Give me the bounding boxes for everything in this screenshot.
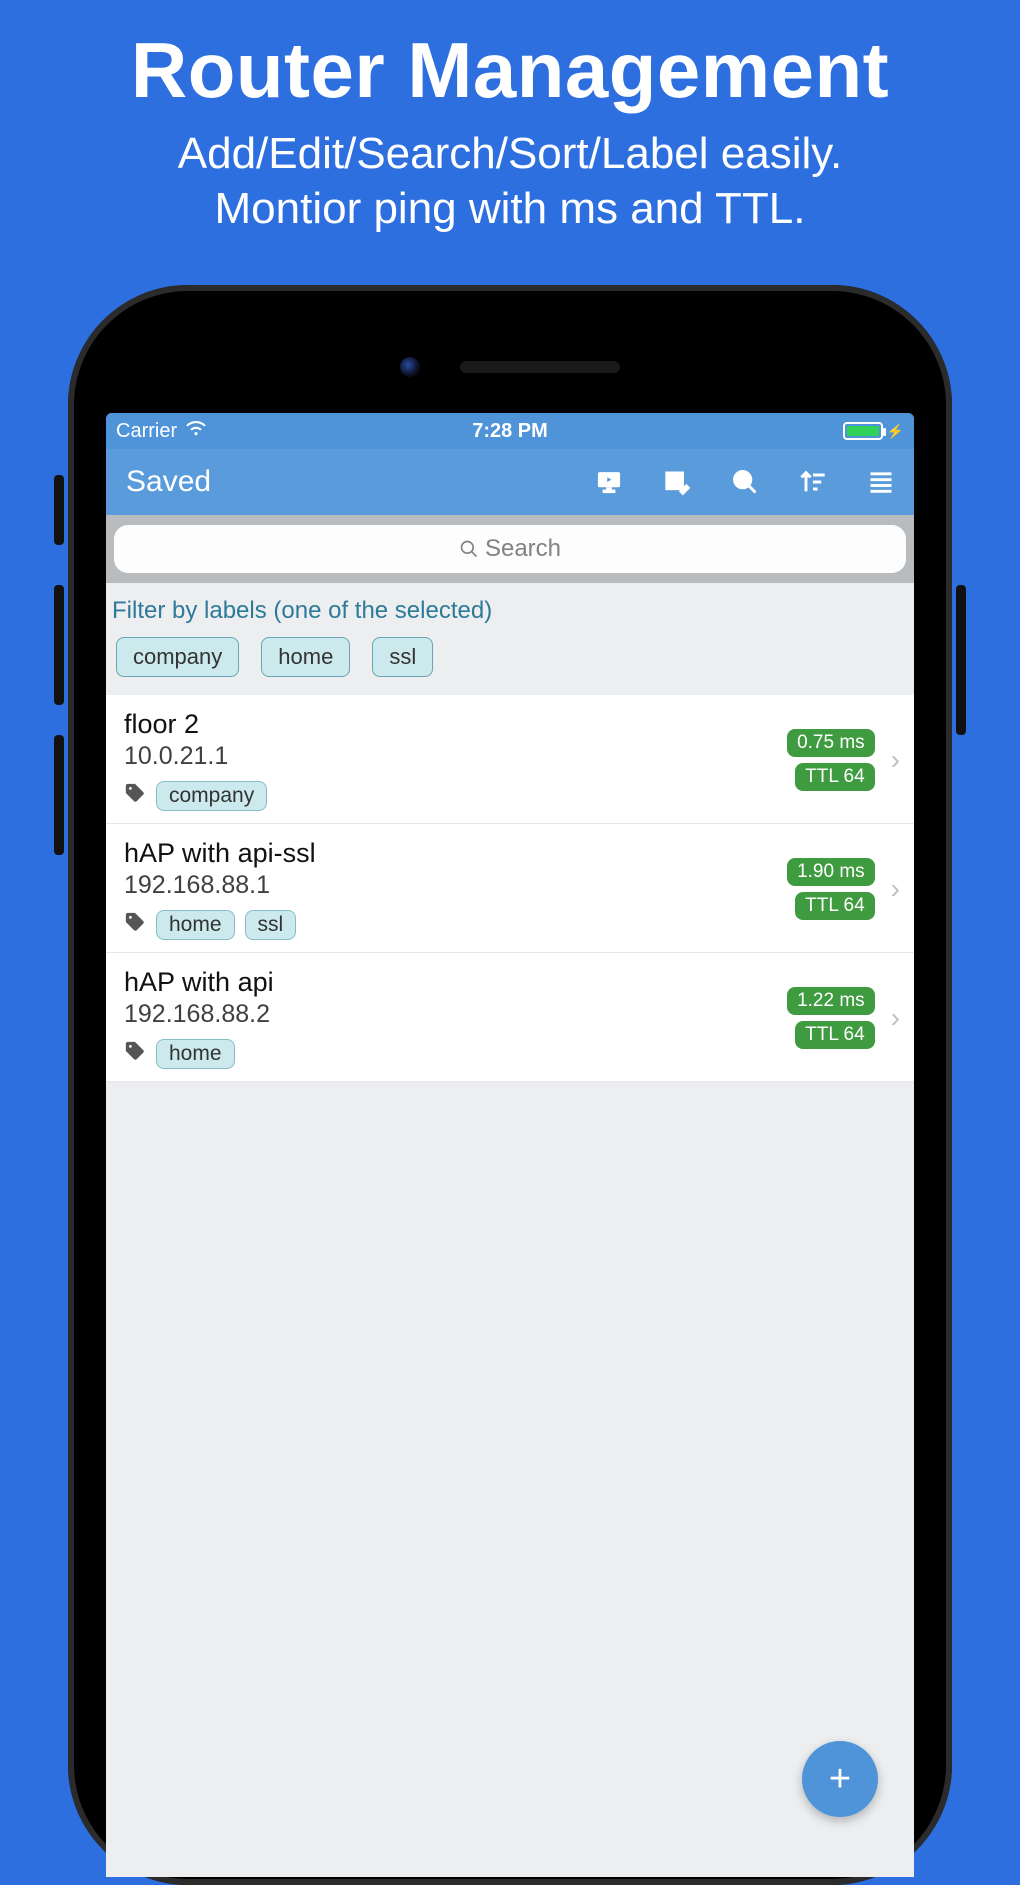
wifi-icon	[185, 417, 207, 445]
speaker-icon	[460, 361, 620, 373]
carrier-label: Carrier	[116, 420, 177, 443]
router-name: floor 2	[124, 709, 777, 740]
ttl-badge: TTL 64	[795, 763, 875, 791]
phone-frame: Carrier 7:28 PM ⚡ Saved	[68, 285, 952, 1885]
tag-icon	[124, 782, 146, 811]
chevron-right-icon: ›	[885, 1002, 900, 1034]
clock-label: 7:28 PM	[379, 420, 642, 443]
search-placeholder: Search	[485, 535, 561, 563]
menu-icon[interactable]	[866, 467, 896, 497]
tag-icon	[124, 1040, 146, 1069]
router-tag: home	[156, 910, 235, 940]
chevron-right-icon: ›	[885, 873, 900, 905]
promo-title: Router Management	[0, 0, 1020, 116]
ping-badge: 1.22 ms	[787, 987, 875, 1015]
search-icon[interactable]	[730, 467, 760, 497]
router-name: hAP with api-ssl	[124, 838, 777, 869]
tag-icon	[124, 911, 146, 940]
router-ip: 192.168.88.1	[124, 871, 777, 900]
router-tag: home	[156, 1039, 235, 1069]
router-tag: company	[156, 781, 267, 811]
plus-icon: +	[829, 1760, 851, 1798]
router-row[interactable]: hAP with api 192.168.88.2 home 1.22 ms T…	[106, 953, 914, 1082]
router-tag: ssl	[245, 910, 297, 940]
router-name: hAP with api	[124, 967, 777, 998]
ttl-badge: TTL 64	[795, 1021, 875, 1049]
add-router-button[interactable]: +	[802, 1741, 878, 1817]
ping-badge: 0.75 ms	[787, 729, 875, 757]
filter-chip-ssl[interactable]: ssl	[372, 637, 433, 677]
promo-subtitle: Add/Edit/Search/Sort/Label easily. Monti…	[0, 126, 1020, 236]
status-bar: Carrier 7:28 PM ⚡	[106, 413, 914, 449]
router-ip: 10.0.21.1	[124, 742, 777, 771]
filter-chip-home[interactable]: home	[261, 637, 350, 677]
app-screen: Carrier 7:28 PM ⚡ Saved	[106, 413, 914, 1877]
sort-icon[interactable]	[798, 467, 828, 497]
phone-volume-up	[54, 585, 64, 705]
promo-sub-line2: Montior ping with ms and TTL.	[0, 181, 1020, 236]
ttl-badge: TTL 64	[795, 892, 875, 920]
promo-sub-line1: Add/Edit/Search/Sort/Label easily.	[0, 126, 1020, 181]
monitor-icon[interactable]	[594, 467, 624, 497]
filter-hint: Filter by labels (one of the selected)	[106, 583, 914, 637]
camera-icon	[400, 357, 420, 377]
phone-volume-down	[54, 735, 64, 855]
ping-badge: 1.90 ms	[787, 858, 875, 886]
router-ip: 192.168.88.2	[124, 1000, 777, 1029]
charging-icon: ⚡	[887, 423, 904, 440]
chevron-right-icon: ›	[885, 744, 900, 776]
phone-notch	[106, 321, 914, 413]
phone-mute-switch	[54, 475, 64, 545]
router-row[interactable]: floor 2 10.0.21.1 company 0.75 ms TTL 64	[106, 695, 914, 824]
search-bar-container: Search	[106, 515, 914, 583]
phone-power-button	[956, 585, 966, 735]
router-list: floor 2 10.0.21.1 company 0.75 ms TTL 64	[106, 695, 914, 1082]
page-title: Saved	[126, 465, 594, 499]
edit-table-icon[interactable]	[662, 467, 692, 497]
battery-icon	[843, 422, 883, 440]
router-row[interactable]: hAP with api-ssl 192.168.88.1 home ssl 1…	[106, 824, 914, 953]
nav-bar: Saved	[106, 449, 914, 515]
search-input[interactable]: Search	[114, 525, 906, 573]
filter-chip-row: company home ssl	[106, 637, 914, 695]
filter-chip-company[interactable]: company	[116, 637, 239, 677]
